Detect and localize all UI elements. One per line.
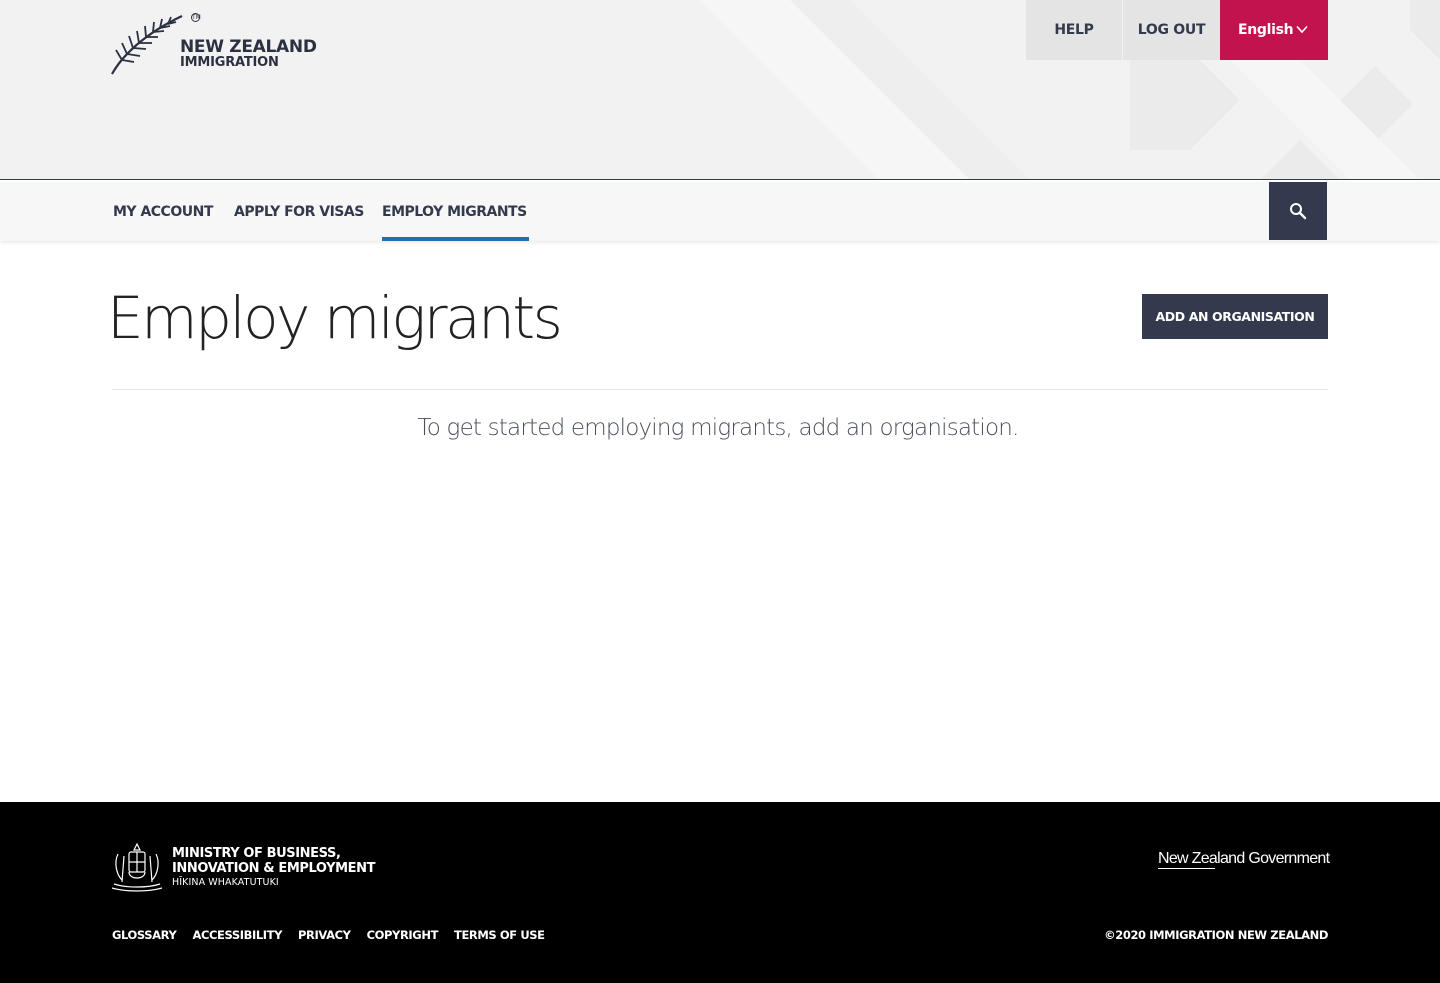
content-divider xyxy=(112,389,1328,390)
add-organisation-button[interactable]: ADD AN ORGANISATION xyxy=(1142,294,1328,339)
nz-government-underline xyxy=(1158,868,1215,869)
copyright-notice: ©2020 IMMIGRATION NEW ZEALAND xyxy=(1104,928,1328,942)
mbie-name-line2: INNOVATION & EMPLOYMENT xyxy=(172,861,376,876)
footer-link-terms-of-use[interactable]: TERMS OF USE xyxy=(454,928,545,942)
site-footer: MINISTRY OF BUSINESS, INNOVATION & EMPLO… xyxy=(0,802,1440,983)
logo-text-new-zealand: NEW ZEALAND xyxy=(180,37,317,57)
logo-text-immigration: IMMIGRATION xyxy=(180,55,279,70)
nav-item-employ-migrants[interactable]: EMPLOY MIGRANTS xyxy=(382,182,529,241)
header-divider xyxy=(0,179,1440,180)
footer-link-glossary[interactable]: GLOSSARY xyxy=(112,928,177,942)
primary-nav: MY ACCOUNT APPLY FOR VISAS EMPLOY MIGRAN… xyxy=(0,182,1440,241)
utility-links: HELP LOG OUT English xyxy=(1026,0,1328,60)
trademark-mark: TM xyxy=(191,13,201,22)
search-icon xyxy=(1290,203,1307,220)
footer-link-accessibility[interactable]: ACCESSIBILITY xyxy=(192,928,282,942)
footer-link-copyright[interactable]: COPYRIGHT xyxy=(367,928,439,942)
page-title: Employ migrants xyxy=(107,284,563,352)
nz-coat-of-arms-icon[interactable] xyxy=(110,842,164,892)
search-button[interactable] xyxy=(1269,182,1327,240)
mbie-name-line1: MINISTRY OF BUSINESS, xyxy=(172,846,341,861)
mbie-maori-name: HĪKINA WHAKATUTUKI xyxy=(172,877,279,888)
footer-links: GLOSSARY ACCESSIBILITY PRIVACY COPYRIGHT… xyxy=(112,928,561,942)
empty-state-message: To get started employing migrants, add a… xyxy=(417,415,1019,441)
nz-government-logo[interactable]: New Zealand Government xyxy=(1158,850,1330,868)
logout-link[interactable]: LOG OUT xyxy=(1122,0,1220,60)
nav-item-my-account[interactable]: MY ACCOUNT xyxy=(113,182,213,241)
chevron-down-icon xyxy=(1296,25,1308,34)
help-link[interactable]: HELP xyxy=(1026,0,1122,60)
site-header: TM NEW ZEALAND IMMIGRATION HELP LOG OUT … xyxy=(0,0,1440,180)
silver-fern-icon xyxy=(111,15,183,75)
nav-item-apply-for-visas[interactable]: APPLY FOR VISAS xyxy=(234,182,364,241)
language-label: English xyxy=(1238,22,1294,38)
nz-immigration-logo[interactable]: TM NEW ZEALAND IMMIGRATION xyxy=(110,12,320,78)
language-selector[interactable]: English xyxy=(1220,0,1328,60)
footer-link-privacy[interactable]: PRIVACY xyxy=(298,928,351,942)
